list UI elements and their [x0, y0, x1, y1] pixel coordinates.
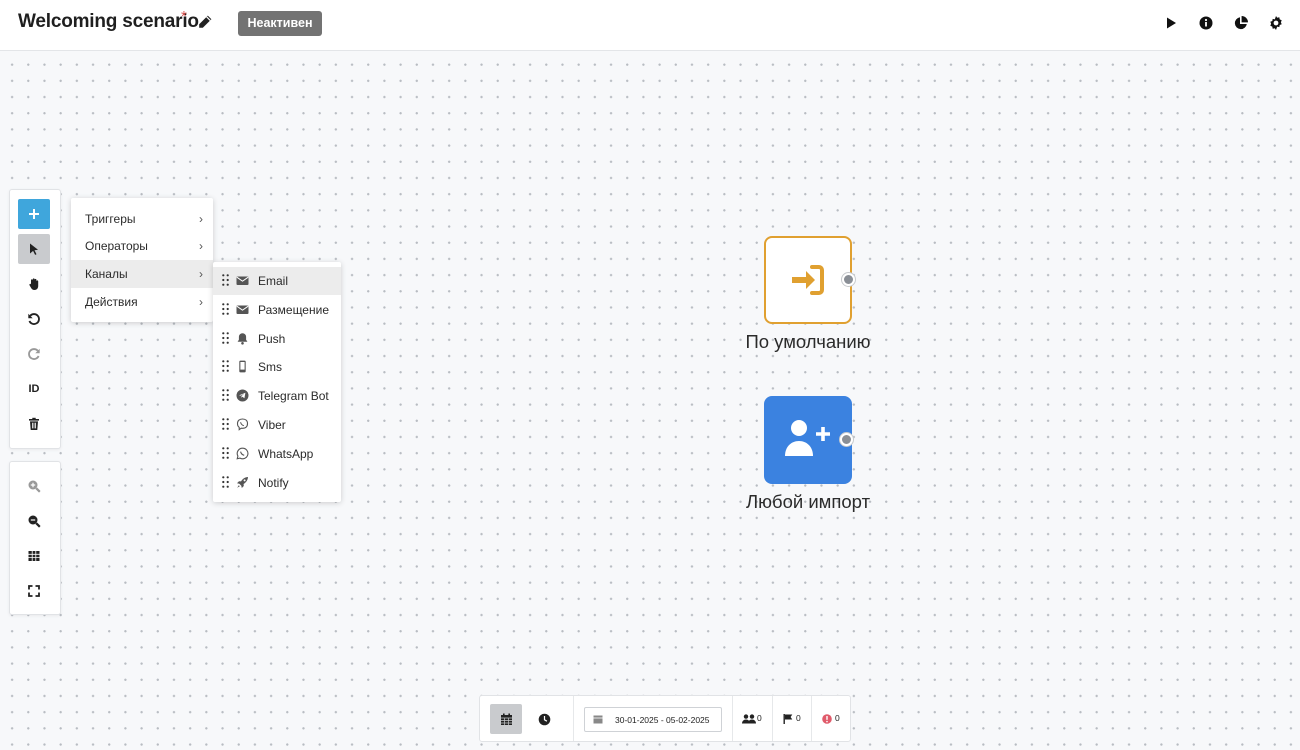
flags-stat: 0 — [783, 713, 803, 725]
status-badge: Неактивен — [238, 11, 322, 36]
menu-item-channels[interactable]: Каналы › — [71, 260, 213, 288]
menu-item-triggers[interactable]: Триггеры › — [71, 205, 213, 233]
separator — [573, 696, 574, 741]
time-mode-button[interactable] — [528, 704, 560, 734]
zoom-out-button[interactable] — [18, 506, 50, 536]
fullscreen-button[interactable] — [18, 576, 50, 606]
drag-handle-icon[interactable] — [222, 447, 229, 459]
separator — [772, 696, 773, 741]
users-stat: 0 — [742, 713, 764, 725]
chevron-right-icon: › — [199, 212, 203, 226]
channels-submenu: Email Размещение Push Sms Telegram Bot V… — [213, 262, 341, 502]
drag-handle-icon[interactable] — [222, 389, 229, 401]
undo-button[interactable] — [18, 304, 50, 334]
edit-toolbar: ID — [9, 189, 61, 449]
unsaved-marker: * — [181, 8, 187, 25]
add-node-menu: Триггеры › Операторы › Каналы › Действия… — [71, 198, 213, 322]
date-range-input[interactable]: 30-01-2025 - 05-02-2025 — [584, 707, 722, 732]
users-icon — [742, 714, 756, 724]
delete-button[interactable] — [18, 409, 50, 439]
calendar-icon — [500, 713, 512, 725]
settings-icon[interactable] — [1268, 15, 1284, 31]
errors-stat: 0 — [822, 713, 844, 725]
drag-handle-icon[interactable] — [222, 418, 229, 430]
bell-icon — [236, 332, 249, 345]
envelope-icon — [236, 274, 249, 287]
table-icon — [28, 551, 40, 561]
play-icon[interactable] — [1163, 15, 1179, 31]
calendar-mode-button[interactable] — [490, 704, 522, 734]
channel-item-placement[interactable]: Размещение — [213, 296, 341, 324]
mobile-icon — [236, 360, 249, 373]
zoom-toolbar — [9, 461, 61, 615]
node-any-import[interactable] — [764, 396, 853, 484]
user-plus-icon — [785, 420, 830, 456]
separator — [811, 696, 812, 741]
channel-item-viber[interactable]: Viber — [213, 411, 341, 439]
trash-icon — [29, 417, 39, 430]
drag-handle-icon[interactable] — [222, 476, 229, 488]
drag-handle-icon[interactable] — [222, 360, 229, 372]
scenario-title: Welcoming scenario — [18, 11, 199, 32]
node-import-label: Любой импорт — [745, 491, 871, 512]
clock-icon — [538, 713, 550, 725]
pencil-icon[interactable] — [197, 14, 214, 31]
redo-button[interactable] — [18, 339, 50, 369]
calendar-icon — [593, 715, 603, 724]
rocket-icon — [236, 476, 249, 489]
drag-handle-icon[interactable] — [222, 274, 229, 286]
envelope-icon — [236, 303, 249, 316]
expand-icon — [28, 585, 40, 597]
info-icon[interactable] — [1198, 15, 1214, 31]
menu-item-actions[interactable]: Действия › — [71, 288, 213, 316]
chevron-right-icon: › — [199, 239, 203, 253]
cursor-icon — [30, 243, 38, 255]
menu-item-operators[interactable]: Операторы › — [71, 232, 213, 260]
grid-toggle-button[interactable] — [18, 541, 50, 571]
output-port[interactable] — [842, 273, 855, 286]
add-node-button[interactable] — [18, 199, 50, 229]
separator — [732, 696, 733, 741]
hand-icon — [29, 278, 39, 290]
drag-handle-icon[interactable] — [222, 303, 229, 315]
channel-item-push[interactable]: Push — [213, 325, 341, 353]
chevron-right-icon: › — [199, 295, 203, 309]
viber-icon — [236, 418, 249, 431]
select-tool-button[interactable] — [18, 234, 50, 264]
zoom-in-icon — [28, 480, 41, 493]
error-icon — [822, 714, 832, 724]
whatsapp-icon — [236, 447, 249, 460]
node-default-entry[interactable] — [764, 236, 855, 324]
drag-handle-icon[interactable] — [222, 332, 229, 344]
channel-item-notify[interactable]: Notify — [213, 469, 341, 497]
telegram-icon — [236, 389, 249, 402]
channel-item-telegram-bot[interactable]: Telegram Bot — [213, 382, 341, 410]
zoom-out-icon — [28, 515, 41, 528]
undo-icon — [28, 313, 40, 325]
chevron-right-icon: › — [199, 267, 203, 281]
flag-icon — [783, 714, 793, 724]
pan-tool-button[interactable] — [18, 269, 50, 299]
bottom-stats-bar: 30-01-2025 - 05-02-2025 0 0 0 — [479, 695, 851, 742]
channel-item-whatsapp[interactable]: WhatsApp — [213, 440, 341, 468]
redo-icon — [28, 348, 40, 360]
output-port[interactable] — [840, 433, 853, 446]
channel-item-email[interactable]: Email — [213, 267, 341, 295]
node-default-label: По умолчанию — [745, 331, 871, 352]
header-bar: Welcoming scenario * Неактивен — [0, 0, 1300, 51]
plus-icon — [29, 209, 39, 219]
sign-in-icon — [792, 265, 824, 295]
channel-item-sms[interactable]: Sms — [213, 353, 341, 381]
stats-icon[interactable] — [1233, 15, 1249, 31]
id-label: ID — [28, 383, 40, 395]
zoom-in-button[interactable] — [18, 471, 50, 501]
show-id-button[interactable]: ID — [18, 374, 50, 404]
